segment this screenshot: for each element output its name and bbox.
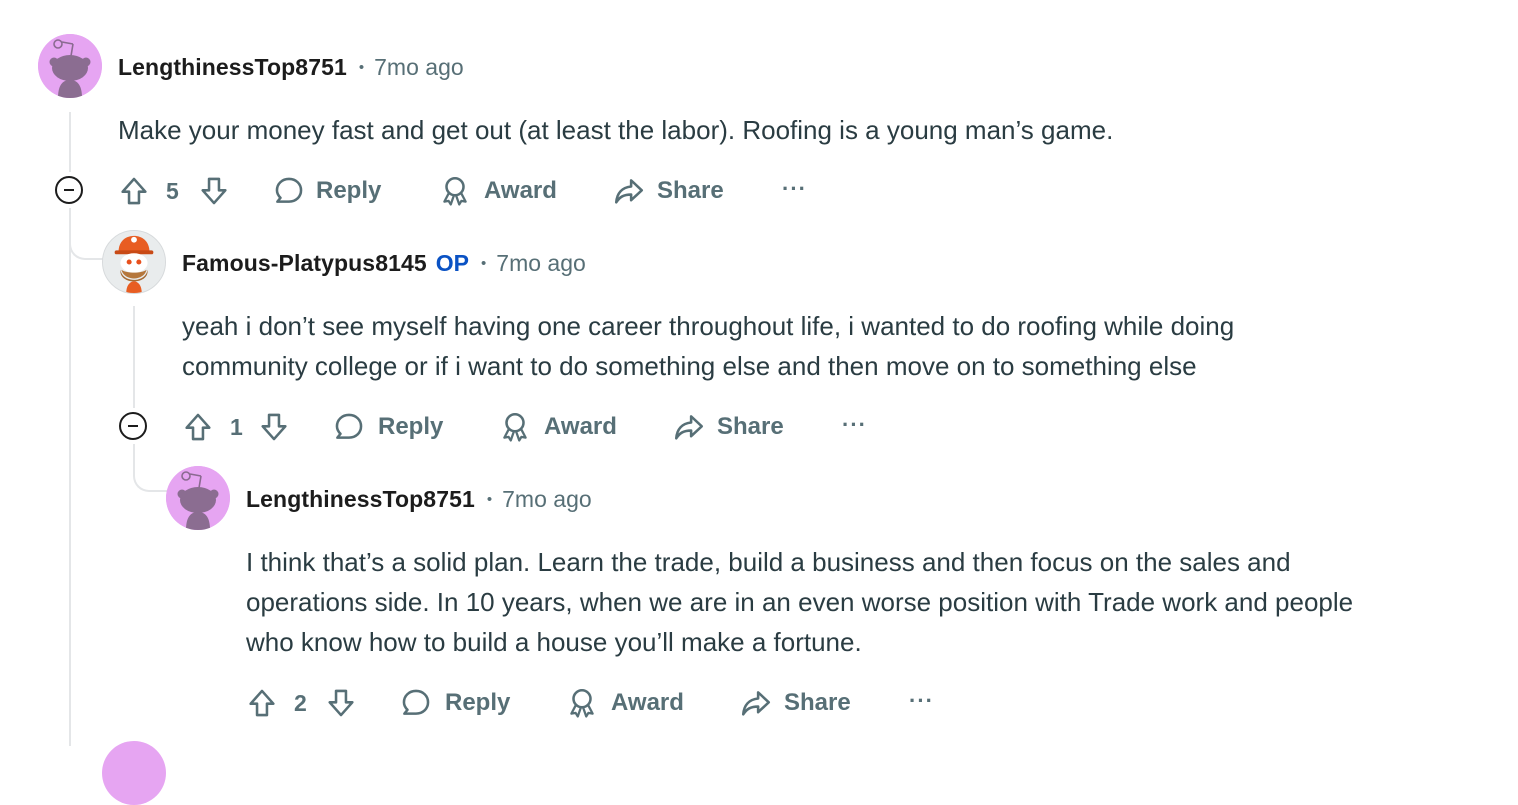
share-label: Share — [657, 177, 724, 204]
vote-count-wrap: 2 — [294, 683, 307, 723]
timestamp[interactable]: 7mo ago — [496, 250, 586, 277]
comment-body-line: Make your money fast and get out (at lea… — [118, 115, 1114, 145]
award-button[interactable]: Award — [565, 683, 684, 723]
comment-meta: LengthinessTop8751 • 7mo ago — [118, 52, 464, 82]
comment-body: yeah i don’t see myself having one caree… — [182, 306, 1234, 386]
separator-dot: • — [358, 58, 365, 76]
award-button[interactable]: Award — [498, 407, 617, 447]
share-button[interactable]: Share — [739, 683, 851, 723]
share-button[interactable]: Share — [672, 407, 784, 447]
vote-count: 2 — [294, 689, 307, 716]
thread-line-level1 — [133, 306, 135, 408]
comment-body-line: who know how to build a house you’ll mak… — [246, 627, 862, 657]
thread-line-root-lower — [69, 208, 71, 746]
reply-label: Reply — [316, 177, 382, 204]
reply-button[interactable]: Reply — [332, 407, 443, 447]
award-label: Award — [544, 413, 617, 440]
separator-dot: • — [481, 254, 487, 272]
vote-count-wrap: 5 — [166, 171, 179, 211]
comment-body-line: community college or if i want to do som… — [182, 351, 1197, 381]
username[interactable]: LengthinessTop8751 — [118, 54, 347, 81]
reply-bubble-icon — [332, 410, 366, 444]
avatar[interactable] — [38, 34, 102, 98]
username[interactable]: LengthinessTop8751 — [246, 486, 475, 513]
timestamp[interactable]: 7mo ago — [502, 486, 592, 513]
collapse-button[interactable] — [55, 176, 83, 204]
reply-bubble-icon — [399, 686, 433, 720]
op-badge: OP — [435, 249, 470, 276]
award-ribbon-icon — [498, 410, 532, 444]
award-ribbon-icon — [438, 174, 472, 208]
share-arrow-icon — [612, 174, 646, 208]
snoo-avatar-icon — [38, 34, 102, 98]
comment-body: Make your money fast and get out (at lea… — [118, 110, 1113, 150]
downvote-arrow-icon — [324, 686, 358, 720]
more-options-button[interactable]: ··· — [782, 176, 807, 202]
upvote-arrow-icon — [245, 686, 279, 720]
username[interactable]: Famous-Platypus8145 — [182, 250, 427, 277]
share-arrow-icon — [739, 686, 773, 720]
reply-bubble-icon — [272, 174, 306, 208]
award-label: Award — [611, 689, 684, 716]
reply-label: Reply — [445, 689, 511, 716]
thread-line-root — [69, 112, 71, 172]
separator-dot: • — [486, 490, 493, 508]
comment-body-line: I think that’s a solid plan. Learn the t… — [246, 547, 1291, 577]
reply-button[interactable]: Reply — [399, 683, 510, 723]
award-ribbon-icon — [565, 686, 599, 720]
timestamp[interactable]: 7mo ago — [374, 54, 464, 81]
downvote-button[interactable] — [324, 683, 358, 723]
share-arrow-icon — [672, 410, 706, 444]
upvote-button[interactable] — [181, 407, 215, 447]
avatar[interactable] — [102, 230, 166, 294]
comment-body-line: yeah i don’t see myself having one caree… — [182, 311, 1235, 341]
avatar[interactable] — [166, 466, 230, 530]
share-label: Share — [784, 689, 851, 716]
share-label: Share — [717, 413, 784, 440]
avatar[interactable] — [102, 741, 166, 805]
award-label: Award — [484, 177, 557, 204]
upvote-arrow-icon — [181, 410, 215, 444]
comment-meta: Famous-Platypus8145 OP • 7mo ago — [182, 248, 586, 278]
upvote-arrow-icon — [117, 174, 151, 208]
vote-count: 5 — [166, 177, 179, 204]
vote-count-wrap: 1 — [230, 407, 243, 447]
snoo-hardhat-avatar-icon — [103, 231, 165, 293]
comment-body: I think that’s a solid plan. Learn the t… — [246, 542, 1353, 662]
share-button[interactable]: Share — [612, 171, 724, 211]
award-button[interactable]: Award — [438, 171, 557, 211]
vote-count: 1 — [230, 413, 243, 440]
reply-button[interactable]: Reply — [272, 171, 381, 211]
upvote-button[interactable] — [245, 683, 279, 723]
snoo-avatar-icon — [166, 466, 230, 530]
comment-body-line: operations side. In 10 years, when we ar… — [246, 587, 1354, 617]
collapse-button[interactable] — [119, 412, 147, 440]
thread-elbow-2 — [133, 444, 167, 492]
thread-elbow-1 — [69, 208, 103, 260]
more-options-button[interactable]: ··· — [842, 412, 867, 438]
comment-meta: LengthinessTop8751 • 7mo ago — [246, 484, 592, 514]
downvote-arrow-icon — [197, 174, 231, 208]
downvote-arrow-icon — [257, 410, 291, 444]
more-options-button[interactable]: ··· — [909, 688, 934, 714]
downvote-button[interactable] — [197, 171, 231, 211]
reply-label: Reply — [378, 413, 444, 440]
downvote-button[interactable] — [257, 407, 291, 447]
upvote-button[interactable] — [117, 171, 151, 211]
